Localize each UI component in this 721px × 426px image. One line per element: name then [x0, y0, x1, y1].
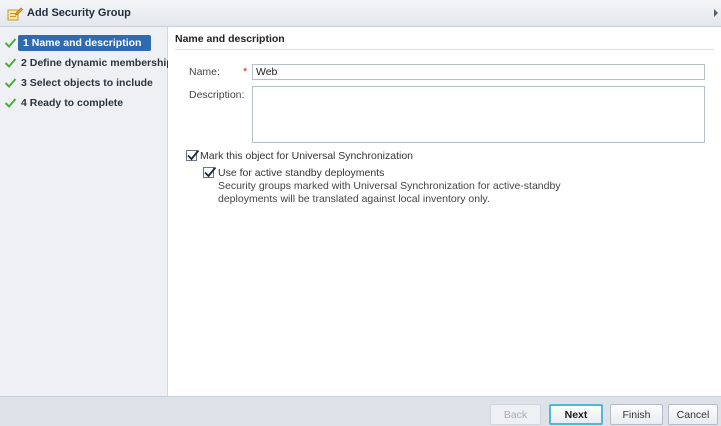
- name-label: Name:: [189, 66, 220, 78]
- cancel-button[interactable]: Cancel: [668, 404, 718, 425]
- security-group-edit-icon: [7, 6, 23, 21]
- active-standby-checkbox[interactable]: [203, 166, 217, 178]
- title-bar: Add Security Group: [0, 0, 721, 27]
- nav-step-name-and-description[interactable]: 1 Name and description: [0, 34, 168, 53]
- dialog-title: Add Security Group: [27, 7, 131, 19]
- nav-step-label: 3 Select objects to include: [21, 77, 153, 89]
- nav-step-label: 1 Name and description: [18, 35, 151, 51]
- description-textarea[interactable]: [252, 86, 705, 143]
- active-standby-label: Use for active standby deployments: [218, 167, 385, 179]
- caret-right-icon[interactable]: [714, 9, 718, 17]
- section-title: Name and description: [175, 33, 285, 45]
- finish-button[interactable]: Finish: [610, 404, 663, 425]
- nav-step-define-dynamic-membership[interactable]: 2 Define dynamic membership: [0, 54, 173, 73]
- add-security-group-dialog: Add Security Group 1 Name and descriptio…: [0, 0, 721, 426]
- nav-step-label: 4 Ready to complete: [21, 97, 124, 109]
- step-content-panel: Name and description Name: * Description…: [168, 27, 721, 396]
- check-icon: [4, 76, 17, 89]
- wizard-step-navigator: 1 Name and description 2 Define dynamic …: [0, 27, 173, 396]
- back-button[interactable]: Back: [490, 404, 541, 425]
- wizard-footer: Back Next Finish Cancel: [0, 396, 721, 426]
- check-icon: [4, 36, 17, 49]
- active-standby-note: Security groups marked with Universal Sy…: [218, 180, 561, 205]
- nav-step-label: 2 Define dynamic membership: [21, 57, 173, 69]
- next-button[interactable]: Next: [549, 404, 603, 425]
- universal-sync-label: Mark this object for Universal Synchroni…: [200, 150, 414, 162]
- nav-step-ready-to-complete[interactable]: 4 Ready to complete: [0, 94, 168, 113]
- universal-sync-checkbox[interactable]: [186, 149, 200, 161]
- required-marker: *: [243, 66, 248, 78]
- nav-step-select-objects-to-include[interactable]: 3 Select objects to include: [0, 74, 168, 93]
- description-label: Description:: [189, 89, 245, 101]
- section-divider: [175, 49, 714, 50]
- name-input[interactable]: [252, 64, 705, 80]
- check-icon: [4, 56, 17, 69]
- check-icon: [4, 96, 17, 109]
